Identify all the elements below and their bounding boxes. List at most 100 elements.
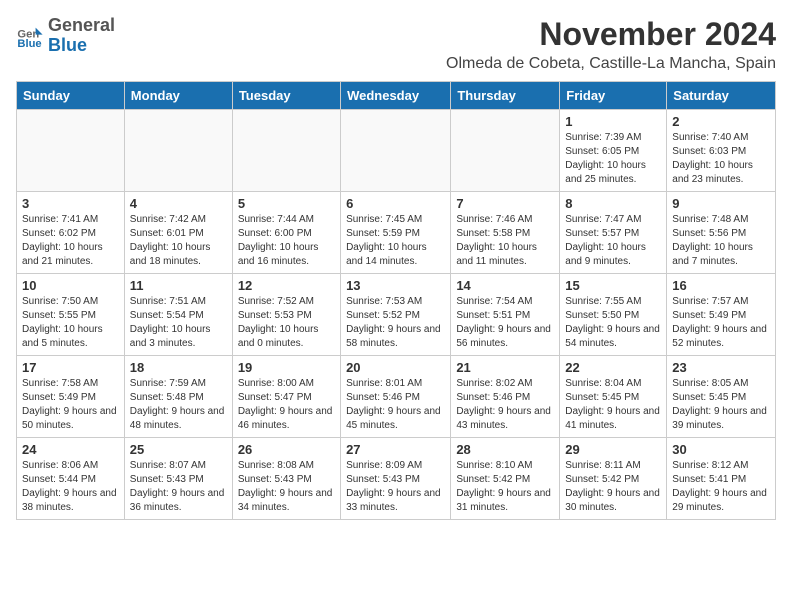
day-info: Sunrise: 7:52 AM Sunset: 5:53 PM Dayligh… (238, 295, 335, 351)
header-saturday: Saturday (667, 82, 776, 110)
day-number: 24 (22, 442, 119, 457)
table-row: 28 Sunrise: 8:10 AM Sunset: 5:42 PM Dayli… (451, 438, 560, 520)
table-row: 2Sunrise: 7:40 AM Sunset: 6:03 PM Daylig… (667, 110, 776, 192)
table-row: 24 Sunrise: 8:06 AM Sunset: 5:44 PM Dayli… (17, 438, 125, 520)
location-title: Olmeda de Cobeta, Castille-La Mancha, Sp… (446, 55, 776, 73)
table-row: 15Sunrise: 7:55 AM Sunset: 5:50 PM Dayli… (560, 274, 667, 356)
day-number: 8 (565, 196, 661, 211)
day-info: Sunrise: 8:07 AM Sunset: 5:43 PM Dayligh… (130, 459, 227, 515)
table-row: 7 Sunrise: 7:46 AM Sunset: 5:58 PM Daylig… (451, 192, 560, 274)
table-row: 12Sunrise: 7:52 AM Sunset: 5:53 PM Dayli… (232, 274, 340, 356)
day-info: Sunrise: 7:44 AM Sunset: 6:00 PM Dayligh… (238, 213, 335, 269)
table-row: 1 Sunrise: 7:39 AM Sunset: 6:05 PM Daylig… (560, 110, 667, 192)
day-number: 11 (130, 278, 227, 293)
day-number: 18 (130, 360, 227, 375)
day-info: Sunrise: 7:51 AM Sunset: 5:54 PM Dayligh… (130, 295, 227, 351)
table-row: 26 Sunrise: 8:08 AM Sunset: 5:43 PM Dayli… (232, 438, 340, 520)
day-number: 30 (672, 442, 770, 457)
table-row: 3Sunrise: 7:41 AM Sunset: 6:02 PM Daylig… (17, 192, 125, 274)
day-info: Sunrise: 7:42 AM Sunset: 6:01 PM Dayligh… (130, 213, 227, 269)
day-number: 14 (456, 278, 554, 293)
table-row: 29 Sunrise: 8:11 AM Sunset: 5:42 PM Dayli… (560, 438, 667, 520)
day-number: 19 (238, 360, 335, 375)
header-monday: Monday (124, 82, 232, 110)
day-info: Sunrise: 8:11 AM Sunset: 5:42 PM Dayligh… (565, 459, 661, 515)
day-info: Sunrise: 8:12 AM Sunset: 5:41 PM Dayligh… (672, 459, 770, 515)
table-row: 21 Sunrise: 8:02 AM Sunset: 5:46 PM Dayli… (451, 356, 560, 438)
table-row (451, 110, 560, 192)
day-info: Sunrise: 7:47 AM Sunset: 5:57 PM Dayligh… (565, 213, 661, 269)
day-info: Sunrise: 7:58 AM Sunset: 5:49 PM Dayligh… (22, 377, 119, 433)
header-tuesday: Tuesday (232, 82, 340, 110)
week-row-2: 3Sunrise: 7:41 AM Sunset: 6:02 PM Daylig… (17, 192, 776, 274)
table-row: 14 Sunrise: 7:54 AM Sunset: 5:51 PM Dayli… (451, 274, 560, 356)
day-number: 28 (456, 442, 554, 457)
day-info: Sunrise: 7:59 AM Sunset: 5:48 PM Dayligh… (130, 377, 227, 433)
logo-icon: Gen Blue (16, 22, 44, 50)
table-row: 27 Sunrise: 8:09 AM Sunset: 5:43 PM Dayli… (341, 438, 451, 520)
day-info: Sunrise: 8:05 AM Sunset: 5:45 PM Dayligh… (672, 377, 770, 433)
week-row-4: 17 Sunrise: 7:58 AM Sunset: 5:49 PM Dayli… (17, 356, 776, 438)
day-info: Sunrise: 7:53 AM Sunset: 5:52 PM Dayligh… (346, 295, 445, 351)
day-info: Sunrise: 8:01 AM Sunset: 5:46 PM Dayligh… (346, 377, 445, 433)
day-number: 27 (346, 442, 445, 457)
header-wednesday: Wednesday (341, 82, 451, 110)
day-number: 22 (565, 360, 661, 375)
page-header: Gen Blue General Blue November 2024 Olme… (16, 16, 776, 73)
day-info: Sunrise: 8:10 AM Sunset: 5:42 PM Dayligh… (456, 459, 554, 515)
day-info: Sunrise: 7:46 AM Sunset: 5:58 PM Dayligh… (456, 213, 554, 269)
day-info: Sunrise: 7:50 AM Sunset: 5:55 PM Dayligh… (22, 295, 119, 351)
week-row-3: 10 Sunrise: 7:50 AM Sunset: 5:55 PM Dayli… (17, 274, 776, 356)
table-row: 17 Sunrise: 7:58 AM Sunset: 5:49 PM Dayli… (17, 356, 125, 438)
day-number: 9 (672, 196, 770, 211)
logo-blue-text: Blue (48, 35, 87, 55)
day-number: 4 (130, 196, 227, 211)
day-number: 20 (346, 360, 445, 375)
day-number: 6 (346, 196, 445, 211)
day-info: Sunrise: 7:54 AM Sunset: 5:51 PM Dayligh… (456, 295, 554, 351)
week-row-5: 24 Sunrise: 8:06 AM Sunset: 5:44 PM Dayli… (17, 438, 776, 520)
table-row: 20 Sunrise: 8:01 AM Sunset: 5:46 PM Dayli… (341, 356, 451, 438)
day-info: Sunrise: 8:08 AM Sunset: 5:43 PM Dayligh… (238, 459, 335, 515)
day-info: Sunrise: 7:41 AM Sunset: 6:02 PM Dayligh… (22, 213, 119, 269)
table-row: 11 Sunrise: 7:51 AM Sunset: 5:54 PM Dayli… (124, 274, 232, 356)
svg-text:Blue: Blue (17, 38, 41, 50)
day-number: 17 (22, 360, 119, 375)
header-friday: Friday (560, 82, 667, 110)
week-row-1: 1 Sunrise: 7:39 AM Sunset: 6:05 PM Daylig… (17, 110, 776, 192)
table-row: 23Sunrise: 8:05 AM Sunset: 5:45 PM Dayli… (667, 356, 776, 438)
day-number: 21 (456, 360, 554, 375)
day-number: 10 (22, 278, 119, 293)
logo-general-text: General (48, 15, 115, 35)
day-info: Sunrise: 7:55 AM Sunset: 5:50 PM Dayligh… (565, 295, 661, 351)
day-info: Sunrise: 8:06 AM Sunset: 5:44 PM Dayligh… (22, 459, 119, 515)
day-info: Sunrise: 7:39 AM Sunset: 6:05 PM Dayligh… (565, 131, 661, 187)
table-row: 5 Sunrise: 7:44 AM Sunset: 6:00 PM Daylig… (232, 192, 340, 274)
table-row (232, 110, 340, 192)
month-title: November 2024 (446, 16, 776, 53)
calendar-table: Sunday Monday Tuesday Wednesday Thursday… (16, 81, 776, 520)
table-row: 6 Sunrise: 7:45 AM Sunset: 5:59 PM Daylig… (341, 192, 451, 274)
day-number: 1 (565, 114, 661, 129)
day-number: 29 (565, 442, 661, 457)
table-row: 16Sunrise: 7:57 AM Sunset: 5:49 PM Dayli… (667, 274, 776, 356)
table-row: 18 Sunrise: 7:59 AM Sunset: 5:48 PM Dayli… (124, 356, 232, 438)
day-number: 26 (238, 442, 335, 457)
day-number: 7 (456, 196, 554, 211)
day-info: Sunrise: 7:40 AM Sunset: 6:03 PM Dayligh… (672, 131, 770, 187)
day-info: Sunrise: 7:48 AM Sunset: 5:56 PM Dayligh… (672, 213, 770, 269)
header-thursday: Thursday (451, 82, 560, 110)
day-info: Sunrise: 8:00 AM Sunset: 5:47 PM Dayligh… (238, 377, 335, 433)
table-row: 19 Sunrise: 8:00 AM Sunset: 5:47 PM Dayli… (232, 356, 340, 438)
title-block: November 2024 Olmeda de Cobeta, Castille… (446, 16, 776, 73)
table-row: 10 Sunrise: 7:50 AM Sunset: 5:55 PM Dayli… (17, 274, 125, 356)
day-info: Sunrise: 8:02 AM Sunset: 5:46 PM Dayligh… (456, 377, 554, 433)
table-row: 9 Sunrise: 7:48 AM Sunset: 5:56 PM Daylig… (667, 192, 776, 274)
header-sunday: Sunday (17, 82, 125, 110)
table-row (124, 110, 232, 192)
day-info: Sunrise: 8:09 AM Sunset: 5:43 PM Dayligh… (346, 459, 445, 515)
table-row: 22Sunrise: 8:04 AM Sunset: 5:45 PM Dayli… (560, 356, 667, 438)
day-info: Sunrise: 7:45 AM Sunset: 5:59 PM Dayligh… (346, 213, 445, 269)
table-row (341, 110, 451, 192)
day-number: 5 (238, 196, 335, 211)
